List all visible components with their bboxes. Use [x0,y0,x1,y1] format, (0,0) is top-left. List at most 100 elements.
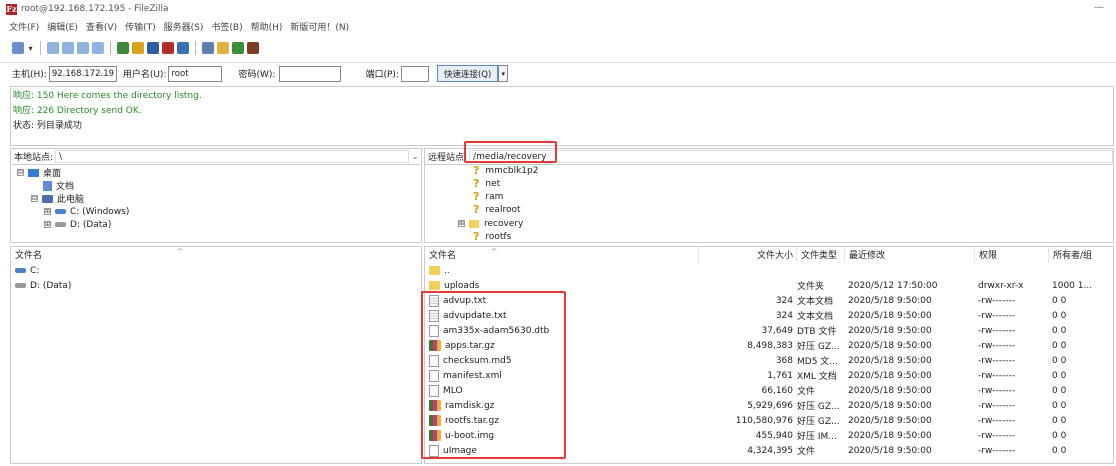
table-row[interactable]: apps.tar.gz 8,498,383 好压 GZ... 2020/5/18 9:… [425,338,1113,353]
search-icon[interactable] [247,42,259,54]
quickconnect-button[interactable]: 快速连接(Q) [436,65,499,82]
tree-item-recovery[interactable]: ⊞ recovery [458,217,523,230]
tree-item-mmcblk1p2[interactable]: ? mmcblk1p2 [473,165,538,177]
tree-item-net[interactable]: ? net [473,177,500,190]
local-file-list[interactable]: 文件名 ^ C: D: (Data) [10,246,422,464]
dropdown-arrow-icon[interactable]: ▾ [27,42,34,54]
remote-file-list[interactable]: 文件名 ^ 文件大小 文件类型 最近修改 权限 所有者/组 .. uploads 文… [424,246,1114,464]
port-input[interactable] [400,65,429,82]
table-row[interactable]: u-boot.img 455,940 好压 IM... 2020/5/18 9:50:… [425,428,1113,443]
compare-icon[interactable] [217,42,229,54]
column-label: 文件类型 [801,251,838,261]
file-name-cell: advup.txt [429,293,695,308]
table-row[interactable]: am335x-adam5630.dtb 37,649 DTB 文件 2020/5/18… [425,323,1113,338]
table-row[interactable]: checksum.md5 368 MD5 文... 2020/5/18 9:50:00… [425,353,1113,368]
local-path-input[interactable]: \ [55,150,409,163]
column-header-filename[interactable]: 文件名 ^ [11,247,421,262]
toggle-tree-local-icon[interactable] [62,42,74,54]
quickconnect-bar: 主机(H): 用户名(U): 密码(W): 端口(P): 快速连接(Q) ▾ [0,62,1116,84]
minimize-button[interactable]: — [1094,2,1104,13]
collapse-icon[interactable]: ⊟ [17,169,24,176]
file-type-cell: MD5 文... [797,357,838,367]
host-input[interactable] [48,65,117,82]
table-row[interactable]: MLO 66,160 文件 2020/5/18 9:50:00 -rw------- 0 … [425,383,1113,398]
file-owner-cell: 0 0 [1052,355,1067,366]
expand-icon[interactable]: ⊞ [44,221,51,228]
drive-c-icon [55,209,66,214]
drive-d-icon [55,222,66,227]
toggle-tree-remote-icon[interactable] [77,42,89,54]
table-row[interactable]: rootfs.tar.gz 110,580,976 好压 GZ... 2020/5/1… [425,413,1113,428]
remote-path-input[interactable]: /media/recovery [469,150,1113,163]
table-row[interactable]: uImage 4,324,395 文件 2020/5/18 9:50:00 -rw---… [425,443,1113,458]
remote-site-bar: 远程站点: /media/recovery [424,148,1114,165]
menu-edit[interactable]: 编辑(E) [47,20,78,33]
list-item[interactable]: D: (Data) [11,278,421,293]
expand-icon[interactable]: ⊞ [458,220,465,227]
file-name: .. [444,265,450,276]
tree-item-this-pc[interactable]: ⊟ 此电脑 [31,192,84,205]
tree-item-label: C: (Windows) [70,206,130,217]
table-row[interactable]: advupdate.txt 324 文本文档 2020/5/18 9:50:00 -rw… [425,308,1113,323]
quickconnect-history-dropdown[interactable]: ▾ [498,65,509,82]
file-modified-cell: 2020/5/18 9:50:00 [848,415,932,426]
list-item[interactable]: C: [11,263,421,278]
file-size-cell: 324 [775,310,793,321]
column-header-size[interactable]: 文件大小 [699,247,797,262]
menu-transfer[interactable]: 传输(T) [125,20,156,33]
unknown-folder-icon: ? [473,165,480,177]
file-permissions-cell: -rw------- [978,445,1016,456]
file-size-cell: 455,940 [755,430,793,441]
local-tree[interactable]: ⊟ 桌面 文档 ⊟ 此电脑 ⊞ C: (Windows) ⊞ D: (Data) [10,165,422,243]
menu-server[interactable]: 服务器(S) [164,20,204,33]
table-row[interactable]: manifest.xml 1,761 XML 文档 2020/5/18 9:50:00… [425,368,1113,383]
menu-bookmarks[interactable]: 书签(B) [211,20,242,33]
refresh-icon[interactable] [117,42,129,54]
menu-new-version[interactable]: 新版可用！(N) [290,20,349,33]
unknown-folder-icon: ? [473,203,480,216]
table-row[interactable]: advup.txt 324 文本文档 2020/5/18 9:50:00 -rw----… [425,293,1113,308]
disconnect-icon[interactable] [162,42,174,54]
tree-item-drive-d[interactable]: ⊞ D: (Data) [44,218,111,231]
column-header-owner[interactable]: 所有者/组 [1049,247,1113,262]
cancel-icon[interactable] [147,42,159,54]
tree-item-ram[interactable]: ? ram [473,190,503,203]
expand-icon[interactable]: ⊞ [44,208,51,215]
tree-item-documents[interactable]: 文档 [43,179,74,192]
filezilla-logo-icon: Fz [6,3,17,15]
column-header-permissions[interactable]: 权限 [975,247,1049,262]
username-input[interactable] [168,65,223,82]
file-name-cell: ramdisk.gz [429,398,695,413]
file-type-cell: 文本文档 [797,297,834,307]
menu-view[interactable]: 查看(V) [86,20,117,33]
tree-item-realroot[interactable]: ? realroot [473,203,521,216]
column-header-filename[interactable]: 文件名 ^ [425,247,699,262]
site-manager-icon[interactable] [12,42,24,54]
password-input[interactable] [279,65,342,82]
tree-item-label: 此电脑 [57,195,85,205]
remote-tree[interactable]: ? mmcblk1p2 ? net ? ram ? realroot ⊞ rec… [424,165,1114,243]
tree-item-rootfs[interactable]: ? rootfs [473,230,511,242]
toggle-log-icon[interactable] [47,42,59,54]
tree-item-drive-c[interactable]: ⊞ C: (Windows) [44,205,129,218]
desktop-icon [28,168,39,177]
file-owner-cell: 0 0 [1052,445,1067,456]
tree-item-desktop[interactable]: ⊟ 桌面 [17,166,61,179]
local-site-label: 本地站点: [14,153,54,163]
menu-file[interactable]: 文件(F) [9,20,39,33]
column-header-type[interactable]: 文件类型 [797,247,845,262]
menu-help[interactable]: 帮助(H) [251,20,283,33]
column-header-modified[interactable]: 最近修改 [845,247,975,262]
table-row[interactable]: .. [425,263,1113,278]
message-log[interactable]: 响应: 150 Here comes the directory listng.… [10,86,1114,146]
sync-browse-icon[interactable] [232,42,244,54]
toggle-queue-icon[interactable] [92,42,104,54]
chevron-down-icon[interactable]: ⌄ [409,152,421,162]
table-row[interactable]: uploads 文件夹 2020/5/12 17:50:00 drwxr-xr-x 10… [425,278,1113,293]
reconnect-icon[interactable] [177,42,189,54]
filter-icon[interactable] [202,42,214,54]
collapse-icon[interactable]: ⊟ [31,195,38,202]
table-row[interactable]: ramdisk.gz 5,929,696 好压 GZ... 2020/5/18 9:5… [425,398,1113,413]
process-queue-icon[interactable] [132,42,144,54]
file-size-cell: 4,324,395 [747,445,793,456]
